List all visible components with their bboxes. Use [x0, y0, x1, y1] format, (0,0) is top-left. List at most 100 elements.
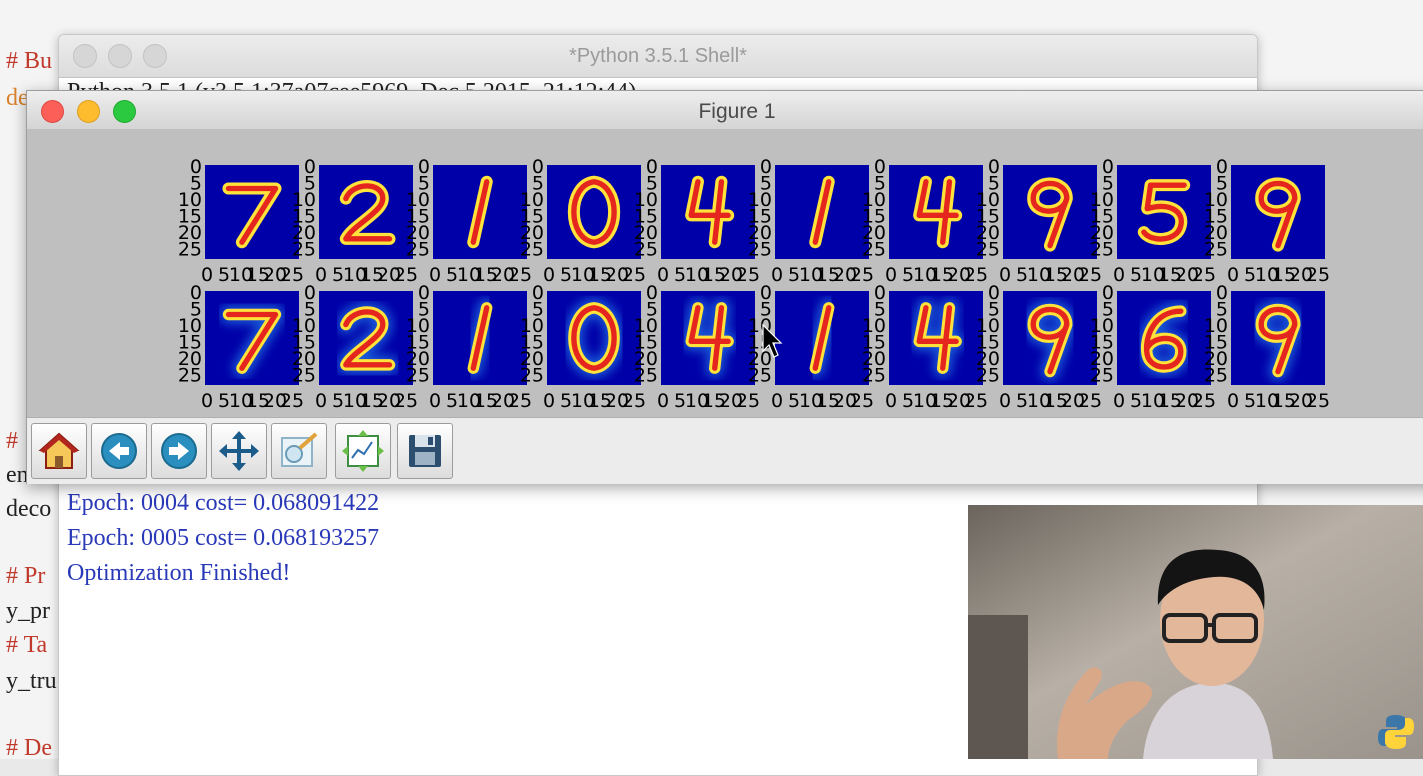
x-tick-label: 0: [315, 390, 327, 412]
digit-subplot: 05101520250 510152025: [1204, 282, 1330, 412]
figure-titlebar[interactable]: Figure 1: [27, 91, 1423, 130]
x-tick-label: 0: [201, 264, 213, 286]
digit-subplot: 05101520250 510152025: [862, 282, 988, 412]
x-tick-label: 0: [885, 264, 897, 286]
digit-subplot: 05101520250 510152025: [178, 282, 304, 412]
navigation-toolbar: [27, 417, 1423, 484]
home-icon: [38, 432, 80, 469]
y-tick-label: 25: [178, 365, 202, 387]
editor-line: y_pr: [6, 598, 50, 624]
configure-subplots-button[interactable]: [335, 423, 391, 479]
digit-subplot: 05101520250 510152025: [520, 282, 646, 412]
home-button[interactable]: [31, 423, 87, 479]
digit-subplot: 05101520250 510152025: [292, 282, 418, 412]
x-tick-label: 25: [394, 264, 418, 286]
x-tick-label: 25: [394, 390, 418, 412]
x-tick-label: 25: [1306, 390, 1330, 412]
x-tick-label: 25: [508, 390, 532, 412]
shell-title: *Python 3.5.1 Shell*: [569, 45, 747, 67]
x-tick-label: 25: [964, 264, 988, 286]
y-tick-label: 25: [520, 239, 544, 261]
x-tick-label: 0: [999, 390, 1011, 412]
x-tick-label: 0: [999, 264, 1011, 286]
x-tick-label: 25: [964, 390, 988, 412]
floppy-icon: [409, 435, 441, 467]
x-tick-label: 25: [850, 390, 874, 412]
x-tick-label: 25: [1078, 264, 1102, 286]
x-tick-label: 0: [543, 390, 555, 412]
y-tick-label: 25: [1090, 239, 1114, 261]
python-logo-icon: [1376, 712, 1416, 752]
editor-line: # Ta: [6, 632, 48, 658]
y-tick-label: 25: [634, 239, 658, 261]
digit-subplot: 05101520250 510152025: [520, 156, 646, 286]
y-tick-label: 25: [178, 239, 202, 261]
digit-subplot: 05101520250 510152025: [1090, 156, 1216, 286]
editor-line: # Bu: [6, 48, 53, 74]
x-tick-label: 25: [850, 264, 874, 286]
digit-subplot: 05101520250 510152025: [634, 282, 760, 412]
zoom-button[interactable]: [271, 423, 327, 479]
y-tick-label: 25: [862, 239, 886, 261]
shell-output-epoch-4: Epoch: 0004 cost= 0.068091422: [67, 490, 380, 516]
subplot-grid: 05101520250 51015202505101520250 510152025…: [178, 156, 1330, 412]
digit-subplot: 05101520250 510152025: [406, 282, 532, 412]
forward-button[interactable]: [151, 423, 207, 479]
x-tick-label: 0: [543, 264, 555, 286]
x-tick-label: 25: [736, 264, 760, 286]
y-tick-label: 25: [406, 239, 430, 261]
zoom-rect-icon: [281, 432, 318, 467]
editor-line: deco: [6, 496, 52, 522]
digit-subplot: 05101520250 510152025: [292, 156, 418, 286]
digit-subplot: 05101520250 510152025: [748, 156, 874, 286]
x-tick-label: 25: [280, 264, 304, 286]
editor-line: #: [6, 428, 18, 454]
figure-canvas[interactable]: 0 5 10 15 20 25 0 5 10 15 20 25 0 5 10 15 20 25 0 5 10 15 20 25…: [27, 129, 1423, 417]
y-tick-label: 25: [862, 365, 886, 387]
move-icon: [219, 431, 259, 471]
x-tick-label: 25: [1192, 390, 1216, 412]
x-tick-label: 0: [1113, 264, 1125, 286]
digit-subplot: 05101520250 510152025: [976, 282, 1102, 412]
x-tick-label: 25: [736, 390, 760, 412]
digit-subplot: 05101520250 510152025: [1204, 156, 1330, 286]
x-tick-label: 0: [771, 264, 783, 286]
y-tick-label: 25: [292, 239, 316, 261]
digit-subplot: 05101520250 510152025: [862, 156, 988, 286]
y-tick-label: 25: [292, 365, 316, 387]
editor-line: # Pr: [6, 563, 46, 589]
shell-titlebar[interactable]: *Python 3.5.1 Shell*: [59, 35, 1257, 78]
x-tick-label: 0: [1227, 390, 1239, 412]
y-tick-label: 25: [976, 239, 1000, 261]
y-tick-label: 25: [976, 365, 1000, 387]
x-tick-label: 0: [429, 264, 441, 286]
y-tick-label: 25: [748, 365, 772, 387]
x-tick-label: 25: [1306, 264, 1330, 286]
x-tick-label: 25: [622, 264, 646, 286]
x-tick-label: 25: [280, 390, 304, 412]
figure-window[interactable]: Figure 1 0 5 10 15 20 25 0 5 10 15 20 25 0 5 10 15 20 25 0…: [26, 90, 1423, 484]
figure-title: Figure 1: [698, 100, 776, 123]
x-tick-label: 0: [315, 264, 327, 286]
x-tick-label: 0: [1113, 390, 1125, 412]
back-button[interactable]: [91, 423, 147, 479]
webcam-overlay: [968, 505, 1423, 759]
subplots-icon: [342, 430, 384, 472]
y-tick-label: 25: [748, 239, 772, 261]
x-tick-label: 25: [1192, 264, 1216, 286]
digit-subplot: 05101520250 510152025: [1090, 282, 1216, 412]
arrow-left-icon: [101, 433, 137, 469]
x-tick-label: 25: [622, 390, 646, 412]
subplot-image: [205, 165, 299, 259]
x-tick-label: 0: [657, 390, 669, 412]
y-tick-label: 25: [1204, 239, 1228, 261]
arrow-right-icon: [161, 433, 197, 469]
save-button[interactable]: [397, 423, 453, 479]
y-tick-label: 25: [1090, 365, 1114, 387]
shell-output-epoch-5: Epoch: 0005 cost= 0.068193257: [67, 525, 380, 551]
y-tick-label: 25: [1204, 365, 1228, 387]
editor-line: y_tru: [6, 668, 57, 694]
x-tick-label: 0: [771, 390, 783, 412]
digit-subplot: 05101520250 510152025: [976, 156, 1102, 286]
pan-button[interactable]: [211, 423, 267, 479]
